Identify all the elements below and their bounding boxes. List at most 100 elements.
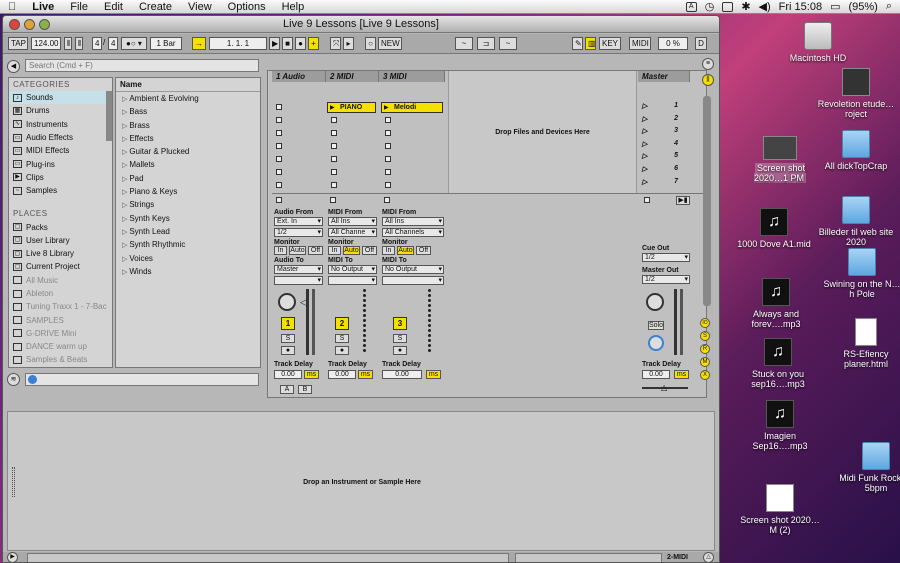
master-out-select[interactable]: 1/2	[642, 275, 690, 284]
clip-stop-button[interactable]	[385, 156, 391, 162]
midi-map-button[interactable]: MIDI	[629, 37, 651, 50]
list-item[interactable]: Winds	[116, 265, 260, 278]
desktop-icon-stuck-on-you[interactable]: ♫ Stuck on you sep16….mp3	[738, 338, 818, 389]
cue-out-select[interactable]: 1/2	[642, 253, 690, 262]
desktop-icon-always-and-forever[interactable]: ♫ Always and forev….mp3	[736, 278, 816, 329]
desktop-icon-midi-funk-rock[interactable]: Midi Funk Rock …5bpm	[836, 442, 900, 493]
track-stop-button[interactable]	[384, 197, 390, 203]
t1-monitor-auto[interactable]: Auto	[289, 246, 306, 255]
browser-search-input[interactable]	[25, 59, 259, 72]
list-item[interactable]: Synth Lead	[116, 225, 260, 238]
minimize-button[interactable]	[24, 19, 35, 30]
t2-monitor-auto[interactable]: Auto	[343, 246, 360, 255]
clip-stop-button[interactable]	[385, 169, 391, 175]
key-map-button[interactable]: KEY	[599, 37, 621, 50]
t2-delay-unit[interactable]: ms	[358, 370, 373, 379]
list-item[interactable]: Ambient & Evolving	[116, 92, 260, 105]
menu-file[interactable]: File	[62, 1, 96, 13]
t1-arm-icon[interactable]: ●	[281, 346, 295, 355]
t2-activator[interactable]: 2	[335, 317, 349, 330]
desktop-icon-screenshot-1[interactable]: Screen shot 2020…1 PM	[740, 136, 820, 183]
clip-stop-button[interactable]	[276, 156, 282, 162]
session-scrollbar[interactable]	[703, 96, 711, 306]
clip-melodi[interactable]: Melodi	[381, 102, 443, 113]
nudge-icon[interactable]: ⫴	[64, 37, 72, 50]
t2-output-channel[interactable]	[328, 276, 377, 285]
timemachine-icon[interactable]: ◷	[705, 0, 715, 13]
menu-view[interactable]: View	[180, 1, 220, 13]
punch-in-icon[interactable]: ~	[455, 37, 473, 50]
overdub-icon[interactable]: +	[308, 37, 319, 50]
t1-delay-value[interactable]: 0.00	[274, 370, 302, 379]
scene-launch[interactable]: ▷ 2	[640, 115, 690, 128]
battery-icon[interactable]: ▭	[830, 0, 840, 13]
place-tuning-traxx[interactable]: Tuning Traxx 1 - 7-Bac	[9, 300, 112, 313]
tempo-field[interactable]: 124.00	[31, 37, 61, 50]
place-current-project[interactable]: ▢ Current Project	[9, 260, 112, 273]
record-icon[interactable]: ●	[295, 37, 306, 50]
stop-all-clips-icon[interactable]: ▶▮	[676, 196, 690, 205]
t3-delay-value[interactable]: 0.00	[382, 370, 422, 379]
battery-percent[interactable]: (95%)	[848, 1, 877, 13]
desktop-icon-macintosh-hd[interactable]: Macintosh HD	[778, 22, 858, 63]
clip-stop-button[interactable]	[385, 182, 391, 188]
desktop-icon-screenshot-2[interactable]: Screen shot 2020…M (2)	[740, 484, 820, 535]
list-item[interactable]: Guitar & Plucked	[116, 145, 260, 158]
t1-pan-knob[interactable]	[278, 293, 296, 311]
crossfader-toggle-icon[interactable]: X	[700, 370, 710, 380]
t3-activator[interactable]: 3	[393, 317, 407, 330]
clip-stop-button[interactable]	[276, 143, 282, 149]
t2-monitor-in[interactable]: In	[328, 246, 341, 255]
preview-toggle-icon[interactable]: ≋	[7, 373, 20, 386]
scene-launch[interactable]: ▷ 4	[640, 140, 690, 153]
master-solo-button[interactable]: Solo	[648, 321, 664, 330]
list-item[interactable]: Synth Keys	[116, 212, 260, 225]
category-midi-effects[interactable]: ▭ MIDI Effects	[9, 144, 112, 157]
t3-input-channel[interactable]: All Channels	[382, 228, 444, 237]
tap-button[interactable]: TAP	[8, 37, 28, 50]
category-sounds[interactable]: ♪ Sounds	[9, 91, 112, 105]
clip-stop-button[interactable]	[276, 169, 282, 175]
scene-launch[interactable]: ▷ 5	[640, 152, 690, 165]
master-header[interactable]: Master	[638, 71, 690, 82]
menu-app[interactable]: Live	[24, 1, 62, 13]
t1-output-channel[interactable]	[274, 276, 323, 285]
clip-play-icon[interactable]: ▶	[330, 104, 335, 111]
category-drums[interactable]: ▦ Drums	[9, 104, 112, 117]
list-item[interactable]: Strings	[116, 198, 260, 211]
play-icon[interactable]: ▶	[269, 37, 280, 50]
t1-delay-unit[interactable]: ms	[304, 370, 319, 379]
t1-input-type[interactable]: Ext. In	[274, 217, 323, 226]
mixer-toggle-icon[interactable]: M	[700, 357, 710, 367]
clip-stop-button[interactable]	[385, 117, 391, 123]
loop-switch-icon[interactable]: ⊐	[477, 37, 495, 50]
detail-toggle-icon[interactable]: △	[703, 552, 714, 562]
category-samples[interactable]: ~ Samples	[9, 184, 112, 197]
t3-monitor-auto[interactable]: Auto	[397, 246, 414, 255]
t3-delay-unit[interactable]: ms	[426, 370, 441, 379]
place-ableton[interactable]: Ableton	[9, 287, 112, 300]
drop-files-area[interactable]: Drop Files and Devices Here	[448, 71, 637, 193]
t3-arm-icon[interactable]: ●	[393, 346, 407, 355]
t2-arm-icon[interactable]: ●	[335, 346, 349, 355]
desktop-icon-imagien[interactable]: ♫ Imagien Sep16….mp3	[740, 400, 820, 451]
nudge-up-icon[interactable]: ⫴	[75, 37, 83, 50]
automation-arm-icon[interactable]: ⤧	[330, 37, 341, 50]
desktop-icon-all-dicktopcrap[interactable]: All dickTopCrap	[816, 130, 896, 171]
desktop-icon-swining[interactable]: Swining on the N…h Pole	[822, 248, 900, 299]
loop-icon[interactable]: ○	[365, 37, 376, 50]
t1-volume-fader[interactable]	[306, 289, 309, 355]
desktop-icon-billeder[interactable]: Billeder til web site 2020	[816, 196, 896, 247]
t3-monitor-off[interactable]: Off	[416, 246, 431, 255]
master-delay-value[interactable]: 0.00	[642, 370, 670, 379]
scene-launch[interactable]: ▷ 6	[640, 165, 690, 178]
info-toggle-icon[interactable]: ▶	[7, 552, 18, 562]
t3-output-channel[interactable]	[382, 276, 444, 285]
track-header-3[interactable]: 3 MIDI	[379, 71, 445, 82]
list-item[interactable]: Pad	[116, 172, 260, 185]
t2-monitor-off[interactable]: Off	[362, 246, 377, 255]
t3-monitor-in[interactable]: In	[382, 246, 395, 255]
t1-output[interactable]: Master	[274, 265, 323, 274]
desktop-icon-1000-dove[interactable]: ♫ 1000 Dove A1.mid	[734, 208, 814, 249]
bluetooth-icon[interactable]: ✱	[741, 0, 750, 13]
